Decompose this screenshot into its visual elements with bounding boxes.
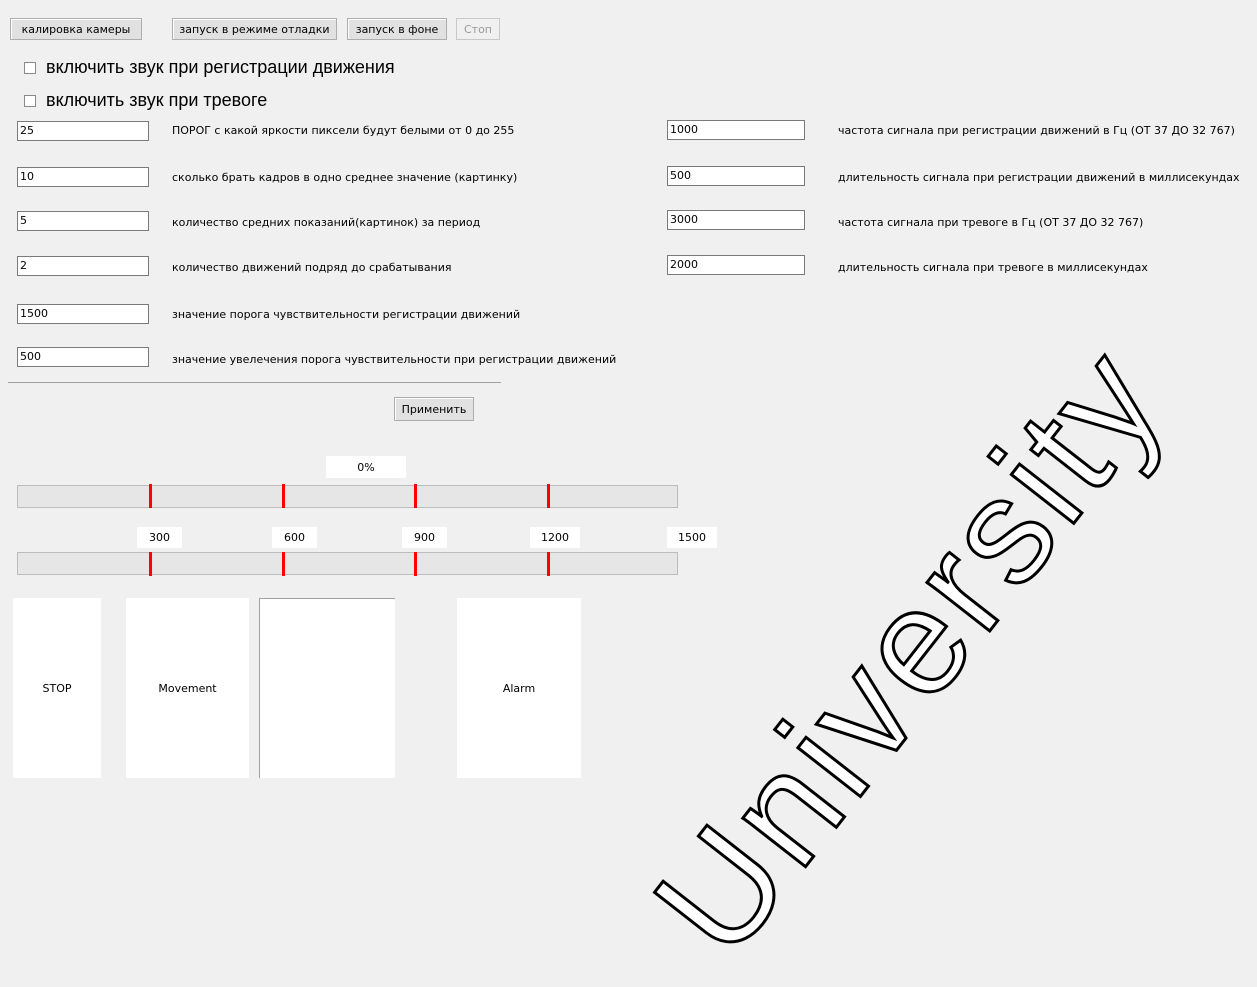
checkbox-box[interactable] xyxy=(24,61,36,74)
sensitivity-increase-label: значение увелечения порога чувствительно… xyxy=(172,353,617,366)
watermark: University xyxy=(620,314,1198,987)
motion-duration-label: длительность сигнала при регистрации дви… xyxy=(838,171,1240,184)
level-tick-600 xyxy=(282,552,285,576)
sound-alarm-checkbox[interactable]: включить звук при тревоге xyxy=(24,90,267,111)
motion-frequency-label: частота сигнала при регистрации движений… xyxy=(838,124,1235,137)
background-run-button[interactable]: запуск в фоне xyxy=(347,18,447,40)
alarm-frequency-input[interactable]: 3000 xyxy=(667,210,805,230)
progress-tick-900 xyxy=(414,484,417,508)
sound-motion-label: включить звук при регистрации движения xyxy=(46,57,395,77)
alarm-duration-label: длительность сигнала при тревоге в милли… xyxy=(838,261,1148,274)
sensitivity-threshold-label: значение порога чувствительности регистр… xyxy=(172,308,521,321)
level-bar xyxy=(17,552,678,575)
progress-percent-label: 0% xyxy=(326,456,406,478)
level-tick-900 xyxy=(414,552,417,576)
sensitivity-threshold-input[interactable]: 1500 xyxy=(17,304,149,324)
apply-button[interactable]: Применить xyxy=(394,397,474,421)
alarm-indicator: Alarm xyxy=(457,598,581,778)
level-tick-300 xyxy=(149,552,152,576)
progress-tick-600 xyxy=(282,484,285,508)
sensitivity-increase-input[interactable]: 500 xyxy=(17,347,149,367)
brightness-threshold-label: ПОРОГ с какой яркости пиксели будут белы… xyxy=(172,124,515,137)
frames-per-average-input[interactable]: 10 xyxy=(17,167,149,187)
frames-per-average-label: сколько брать кадров в одно среднее знач… xyxy=(172,171,518,184)
alarm-frequency-label: частота сигнала при тревоге в Гц (ОТ 37 … xyxy=(838,216,1144,229)
motion-duration-input[interactable]: 500 xyxy=(667,166,805,186)
progress-tick-1200 xyxy=(547,484,550,508)
averages-per-period-label: количество средних показаний(картинок) з… xyxy=(172,216,481,229)
checkbox-box[interactable] xyxy=(24,94,36,107)
movement-indicator: Movement xyxy=(126,598,249,778)
brightness-threshold-input[interactable]: 25 xyxy=(17,121,149,141)
scale-label-300: 300 xyxy=(137,527,182,548)
stop-indicator: STOP xyxy=(13,598,101,778)
scale-label-1200: 1200 xyxy=(530,527,580,548)
motion-frequency-input[interactable]: 1000 xyxy=(667,120,805,140)
scale-label-600: 600 xyxy=(272,527,317,548)
alarm-duration-input[interactable]: 2000 xyxy=(667,255,805,275)
level-tick-1200 xyxy=(547,552,550,576)
separator xyxy=(8,382,501,383)
movements-to-trigger-label: количество движений подряд до срабатыван… xyxy=(172,261,452,274)
sound-motion-checkbox[interactable]: включить звук при регистрации движения xyxy=(24,57,395,78)
scale-label-900: 900 xyxy=(402,527,447,548)
scale-label-1500: 1500 xyxy=(667,527,717,548)
calibrate-camera-button[interactable]: калировка камеры xyxy=(10,18,142,40)
sound-alarm-label: включить звук при тревоге xyxy=(46,90,268,110)
movements-to-trigger-input[interactable]: 2 xyxy=(17,256,149,276)
averages-per-period-input[interactable]: 5 xyxy=(17,211,149,231)
debug-run-button[interactable]: запуск в режиме отладки xyxy=(172,18,337,40)
progress-tick-300 xyxy=(149,484,152,508)
camera-preview xyxy=(259,598,395,778)
stop-button[interactable]: Стоп xyxy=(456,18,500,40)
progress-bar xyxy=(17,485,678,508)
